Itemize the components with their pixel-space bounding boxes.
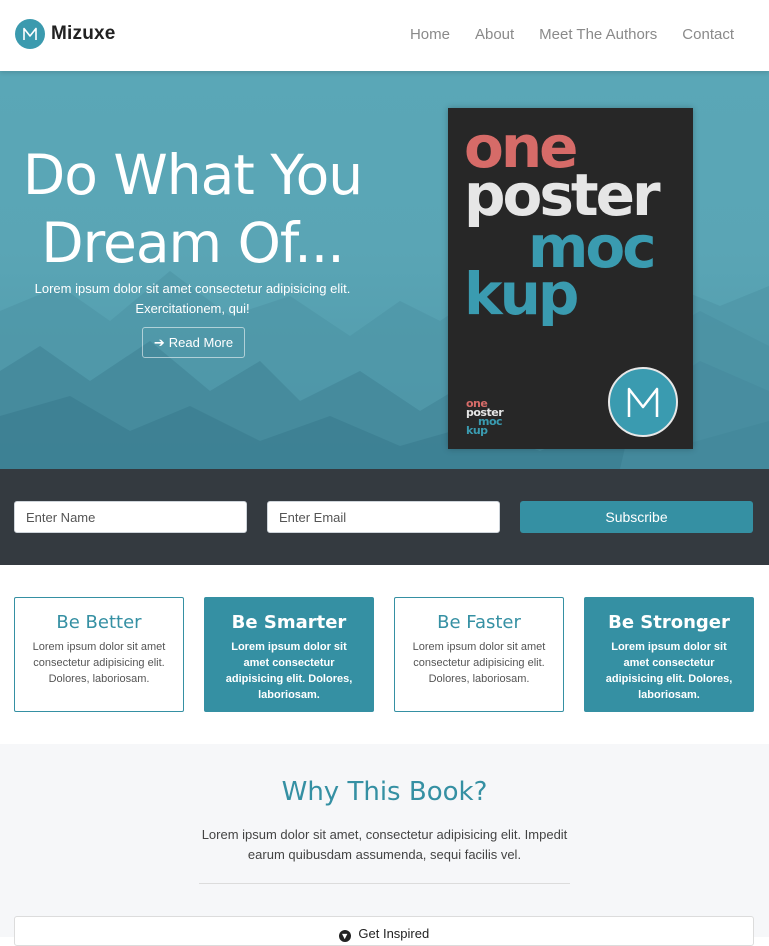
brand[interactable]: Mizuxe bbox=[15, 19, 116, 49]
feature-card-stronger: Be Stronger Lorem ipsum dolor sit amet c… bbox=[584, 597, 754, 712]
chevron-circle-down-icon: ▼ bbox=[338, 930, 351, 942]
feature-text: Lorem ipsum dolor sit amet consectetur a… bbox=[32, 641, 166, 685]
feature-text: Lorem ipsum dolor sit amet consectetur a… bbox=[225, 641, 353, 701]
feature-text: Lorem ipsum dolor sit amet consectetur a… bbox=[412, 641, 546, 685]
nav-link-meet-the-authors[interactable]: Meet The Authors bbox=[539, 26, 657, 43]
poster-text: kup bbox=[464, 260, 579, 328]
feature-title: Be Stronger bbox=[608, 612, 730, 633]
feature-card-better: Be Better Lorem ipsum dolor sit amet con… bbox=[14, 597, 184, 712]
why-section: Why This Book? Lorem ipsum dolor sit ame… bbox=[0, 744, 769, 946]
subscribe-button[interactable]: Subscribe bbox=[520, 501, 753, 533]
hero-subtitle: Lorem ipsum dolor sit amet consectetur a… bbox=[34, 281, 351, 316]
name-input[interactable] bbox=[14, 501, 247, 533]
brand-logo-icon bbox=[15, 19, 45, 49]
brand-name: Mizuxe bbox=[51, 23, 116, 44]
nav-link-contact[interactable]: Contact bbox=[682, 26, 734, 43]
subscribe-bar: Subscribe bbox=[0, 469, 769, 565]
navbar: Mizuxe Home About Meet The Authors Conta… bbox=[0, 0, 769, 71]
read-more-button[interactable]: ➔ Read More bbox=[142, 327, 245, 358]
feature-title: Be Better bbox=[56, 612, 142, 633]
poster-mini-text: kup bbox=[466, 424, 488, 437]
hero-title: Do What You Dream Of... bbox=[22, 143, 363, 275]
poster-logo-icon bbox=[608, 367, 678, 437]
feature-title: Be Smarter bbox=[231, 612, 347, 633]
arrow-right-icon: ➔ bbox=[153, 334, 165, 350]
feature-card-faster: Be Faster Lorem ipsum dolor sit amet con… bbox=[394, 597, 564, 712]
hero-section: Do What You Dream Of... Lorem ipsum dolo… bbox=[0, 71, 769, 469]
nav-link-home[interactable]: Home bbox=[410, 26, 450, 43]
nav-menu: Home About Meet The Authors Contact bbox=[385, 26, 734, 43]
poster-mockup-image: one poster moc kup one poster moc kup bbox=[448, 108, 693, 449]
nav-link-about[interactable]: About bbox=[475, 26, 514, 43]
feature-card-smarter: Be Smarter Lorem ipsum dolor sit amet co… bbox=[204, 597, 374, 712]
feature-title: Be Faster bbox=[437, 612, 521, 633]
features-section: Be Better Lorem ipsum dolor sit amet con… bbox=[0, 565, 769, 744]
feature-text: Lorem ipsum dolor sit amet consectetur a… bbox=[605, 641, 733, 701]
section-title: Why This Book? bbox=[281, 777, 488, 807]
accordion-get-inspired[interactable]: ▼ Get Inspired bbox=[14, 916, 754, 946]
divider bbox=[199, 883, 570, 884]
email-input[interactable] bbox=[267, 501, 500, 533]
section-text: Lorem ipsum dolor sit amet, consectetur … bbox=[201, 827, 568, 862]
